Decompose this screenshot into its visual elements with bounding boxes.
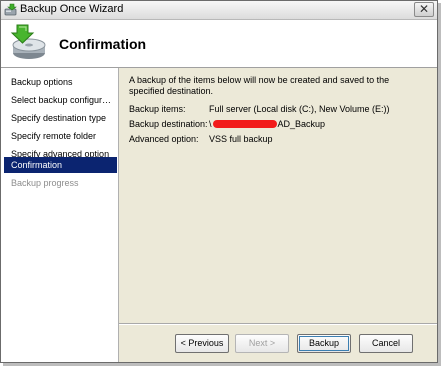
backup-button[interactable]: Backup (297, 334, 351, 353)
destination-prefix: \ (209, 119, 212, 129)
window-title: Backup Once Wizard (20, 3, 124, 15)
advanced-option-label: Advanced option: (129, 134, 199, 144)
nav-step-backup-options[interactable]: Backup options (4, 74, 117, 90)
nav-step-confirmation[interactable]: Confirmation (4, 157, 117, 173)
confirmation-panel: A backup of the items below will now be … (119, 68, 437, 323)
close-button[interactable]: ✕ (414, 2, 434, 17)
wizard-steps-nav: Backup options Select backup configur… S… (1, 68, 119, 362)
backup-destination-value: \ AD_Backup (209, 119, 325, 129)
previous-button[interactable]: < Previous (175, 334, 229, 353)
nav-step-select-backup-configuration[interactable]: Select backup configur… (4, 92, 117, 108)
next-button: Next > (235, 334, 289, 353)
backup-wizard-icon (4, 3, 17, 16)
backup-items-value: Full server (Local disk (C:), New Volume… (209, 104, 390, 114)
title-bar[interactable]: Backup Once Wizard ✕ (1, 1, 437, 20)
page-title: Confirmation (59, 36, 147, 52)
nav-step-specify-destination-type[interactable]: Specify destination type (4, 110, 117, 126)
advanced-option-value: VSS full backup (209, 134, 273, 144)
close-icon: ✕ (418, 2, 430, 16)
redaction-mark (212, 120, 277, 128)
destination-suffix: AD_Backup (277, 119, 326, 129)
backup-items-label: Backup items: (129, 104, 186, 114)
nav-step-specify-remote-folder[interactable]: Specify remote folder (4, 128, 117, 144)
backup-destination-label: Backup destination: (129, 119, 208, 129)
backup-once-wizard-window: Backup Once Wizard ✕ Confirmation Backup… (0, 0, 438, 363)
button-separator (119, 323, 437, 325)
backup-disk-icon (8, 23, 48, 63)
wizard-header: Confirmation (1, 20, 437, 68)
confirmation-intro-text: A backup of the items below will now be … (129, 75, 390, 96)
nav-step-backup-progress: Backup progress (11, 178, 79, 188)
cancel-button[interactable]: Cancel (359, 334, 413, 353)
